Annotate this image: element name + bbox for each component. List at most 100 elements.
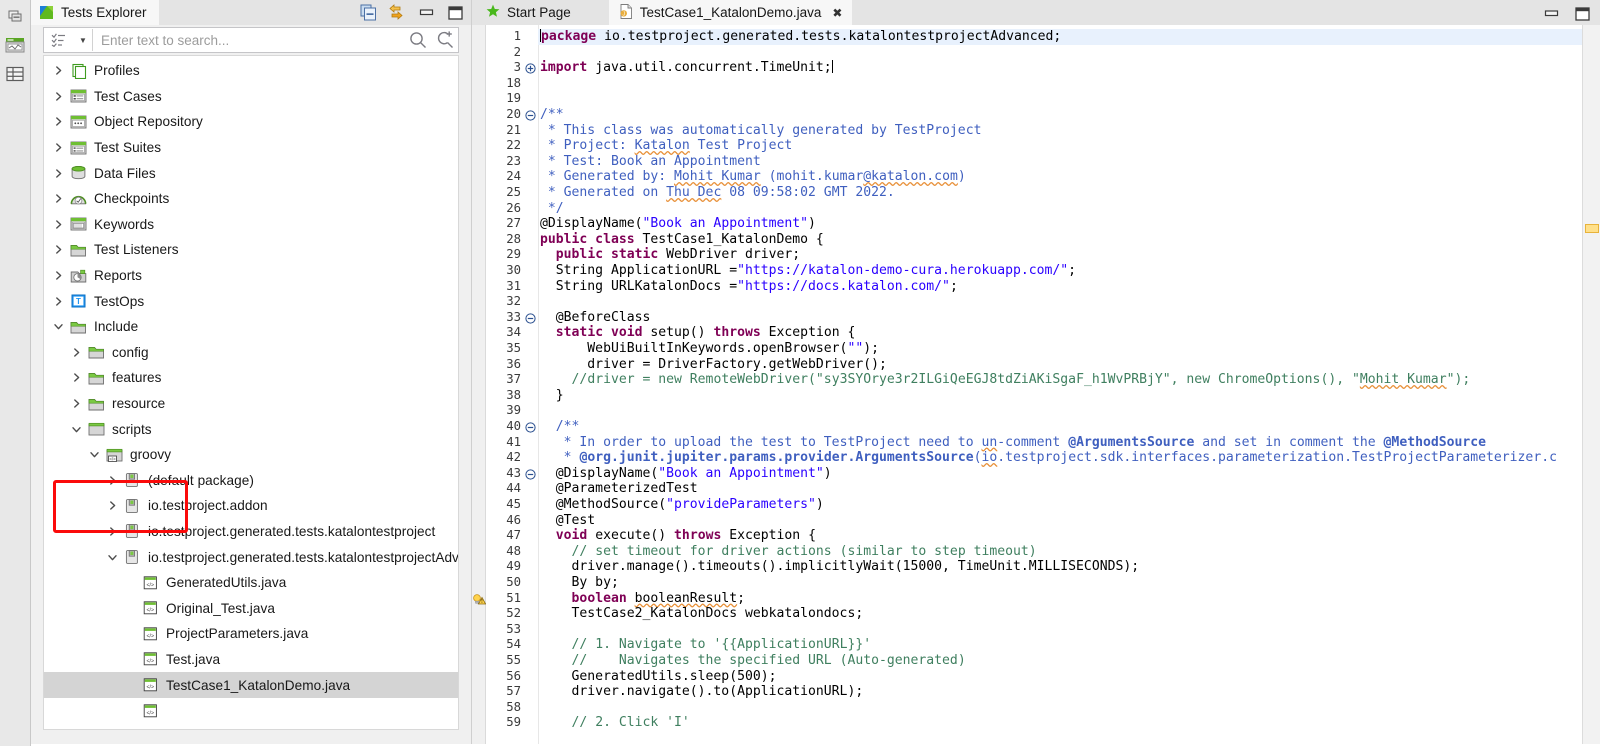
code-line[interactable]: package io.testproject.generated.tests.k… (540, 29, 1061, 45)
code-line[interactable]: // Navigates the specified URL (Auto-gen… (540, 653, 966, 669)
chevron-right-icon[interactable] (48, 85, 68, 107)
code-line[interactable]: * Test: Book an Appointment (540, 154, 761, 170)
tree-item-data-files[interactable]: Data Files (44, 160, 458, 186)
table-view-icon[interactable] (3, 62, 27, 86)
tree-item-checkpoints[interactable]: Checkpoints (44, 186, 458, 212)
tree-item-original-test-java[interactable]: </>Original_Test.java (44, 595, 458, 621)
tree-item-scripts[interactable]: scripts (44, 416, 458, 442)
chevron-down-icon[interactable] (102, 546, 122, 568)
fold-collapse-icon[interactable] (525, 312, 536, 323)
chevron-right-icon[interactable] (66, 341, 86, 363)
fold-collapse-icon[interactable] (525, 109, 536, 120)
fold-expand-icon[interactable] (525, 62, 536, 73)
editor-overview-ruler[interactable] (1582, 25, 1600, 744)
code-line[interactable]: @MethodSource("provideParameters") (540, 497, 824, 513)
tree-item-test-cases[interactable]: Test Cases (44, 84, 458, 110)
code-line[interactable]: /** (540, 419, 579, 435)
tab-start-page[interactable]: Start Page (472, 0, 581, 25)
tree-item-features[interactable]: features (44, 365, 458, 391)
chevron-right-icon[interactable] (48, 111, 68, 133)
code-line[interactable]: By by; (540, 575, 619, 591)
code-line[interactable]: /** (540, 107, 564, 123)
tab-tests-explorer[interactable]: Tests Explorer (31, 0, 159, 25)
chevron-right-icon[interactable] (102, 520, 122, 542)
code-line[interactable]: driver.navigate().to(ApplicationURL); (540, 684, 863, 700)
code-line[interactable]: boolean booleanResult; (540, 591, 745, 607)
chevron-down-icon[interactable] (84, 444, 104, 466)
collapse-all-button[interactable] (359, 3, 378, 22)
code-line[interactable]: * Generated on Thu Dec 08 09:58:02 GMT 2… (540, 185, 895, 201)
chevron-right-icon[interactable] (66, 393, 86, 415)
search-icon[interactable] (404, 28, 431, 52)
code-line[interactable]: // 1. Navigate to '{{ApplicationURL}}' (540, 637, 871, 653)
editor-left-ruler[interactable]: ! (472, 25, 486, 744)
code-line[interactable]: GeneratedUtils.sleep(500); (540, 669, 777, 685)
code-line[interactable]: String URLKatalonDocs ="https://docs.kat… (540, 279, 958, 295)
code-line[interactable]: * Project: Katalon Test Project (540, 138, 792, 154)
filter-list-icon[interactable] (44, 29, 74, 51)
code-line[interactable]: TestCase2_KatalonDocs webkatalondocs; (540, 606, 863, 622)
tree-item-config[interactable]: config (44, 340, 458, 366)
restore-perspective-icon[interactable] (3, 4, 27, 28)
editor-fold-column[interactable] (524, 25, 538, 744)
chevron-right-icon[interactable] (48, 213, 68, 235)
code-line[interactable]: @DisplayName("Book an Appointment") (540, 466, 832, 482)
code-line[interactable]: * @org.junit.jupiter.params.provider.Arg… (540, 450, 1557, 466)
code-line[interactable]: //driver = new RemoteWebDriver("sy3SYOry… (540, 372, 1470, 388)
tree-item-test-java[interactable]: </>Test.java (44, 647, 458, 673)
chevron-down-icon[interactable]: ▼ (74, 29, 92, 51)
tree-item[interactable]: </> (44, 698, 458, 724)
fold-collapse-icon[interactable] (525, 468, 536, 479)
minimize-button[interactable] (417, 3, 436, 22)
code-line[interactable]: WebUiBuiltInKeywords.openBrowser(""); (540, 341, 879, 357)
chevron-down-icon[interactable] (66, 418, 86, 440)
code-line[interactable]: // set timeout for driver actions (simil… (540, 544, 1037, 560)
editor-code-area[interactable]: package io.testproject.generated.tests.k… (538, 25, 1582, 744)
tree-item-object-repository[interactable]: Object Repository (44, 109, 458, 135)
chevron-right-icon[interactable] (102, 495, 122, 517)
code-line[interactable]: * In order to upload the test to TestPro… (540, 435, 1486, 451)
code-line[interactable]: @ParameterizedTest (540, 481, 698, 497)
chevron-right-icon[interactable] (66, 367, 86, 389)
tree-item-test-listeners[interactable]: Test Listeners (44, 237, 458, 263)
tests-explorer-icon[interactable] (3, 33, 27, 57)
search-plus-icon[interactable] (431, 28, 458, 52)
code-line[interactable]: String ApplicationURL ="https://katalon-… (540, 263, 1076, 279)
code-line[interactable]: driver = DriverFactory.getWebDriver(); (540, 357, 887, 373)
tree-item-testops[interactable]: TTestOps (44, 288, 458, 314)
chevron-right-icon[interactable] (48, 162, 68, 184)
tree-item-groovy[interactable]: </>groovy (44, 442, 458, 468)
search-input[interactable] (93, 32, 404, 49)
warning-marker[interactable] (1585, 224, 1599, 233)
tree-item-include[interactable]: Include (44, 314, 458, 340)
maximize-button[interactable] (446, 3, 465, 22)
code-line[interactable]: static void setup() throws Exception { (540, 325, 855, 341)
tree-item-keywords[interactable]: Keywords (44, 212, 458, 238)
code-line[interactable]: } (540, 388, 564, 404)
quickfix-warning-icon[interactable]: ! (472, 592, 487, 607)
code-line[interactable]: @DisplayName("Book an Appointment") (540, 216, 816, 232)
tests-explorer-tree-container[interactable]: Profiles Test Cases Object Repository Te… (43, 55, 459, 730)
search-box[interactable]: ▼ (43, 27, 459, 53)
code-line[interactable]: void execute() throws Exception { (540, 528, 816, 544)
tree-item-testcase1-katalondemo-java[interactable]: </>TestCase1_KatalonDemo.java (44, 672, 458, 698)
editor-body[interactable]: ! 12318192021222324252627282930313233343… (472, 25, 1600, 744)
tree-item-test-suites[interactable]: Test Suites (44, 135, 458, 161)
chevron-down-icon[interactable] (48, 316, 68, 338)
fold-collapse-icon[interactable] (525, 421, 536, 432)
tree-item-default-package[interactable]: (default package) (44, 468, 458, 494)
tree-item-resource[interactable]: resource (44, 391, 458, 417)
maximize-button[interactable] (1573, 4, 1592, 23)
chevron-right-icon[interactable] (48, 60, 68, 82)
chevron-right-icon[interactable] (48, 239, 68, 261)
code-line[interactable]: driver.manage().timeouts().implicitlyWai… (540, 559, 1139, 575)
chevron-right-icon[interactable] (48, 265, 68, 287)
chevron-right-icon[interactable] (102, 469, 122, 491)
chevron-right-icon[interactable] (48, 188, 68, 210)
code-line[interactable]: */ (540, 201, 564, 217)
code-line[interactable]: @Test (540, 513, 595, 529)
link-with-editor-button[interactable] (388, 3, 407, 22)
code-line[interactable]: * This class was automatically generated… (540, 123, 981, 139)
tree-item-projectparameters-java[interactable]: </>ProjectParameters.java (44, 621, 458, 647)
code-line[interactable]: public class TestCase1_KatalonDemo { (540, 232, 824, 248)
